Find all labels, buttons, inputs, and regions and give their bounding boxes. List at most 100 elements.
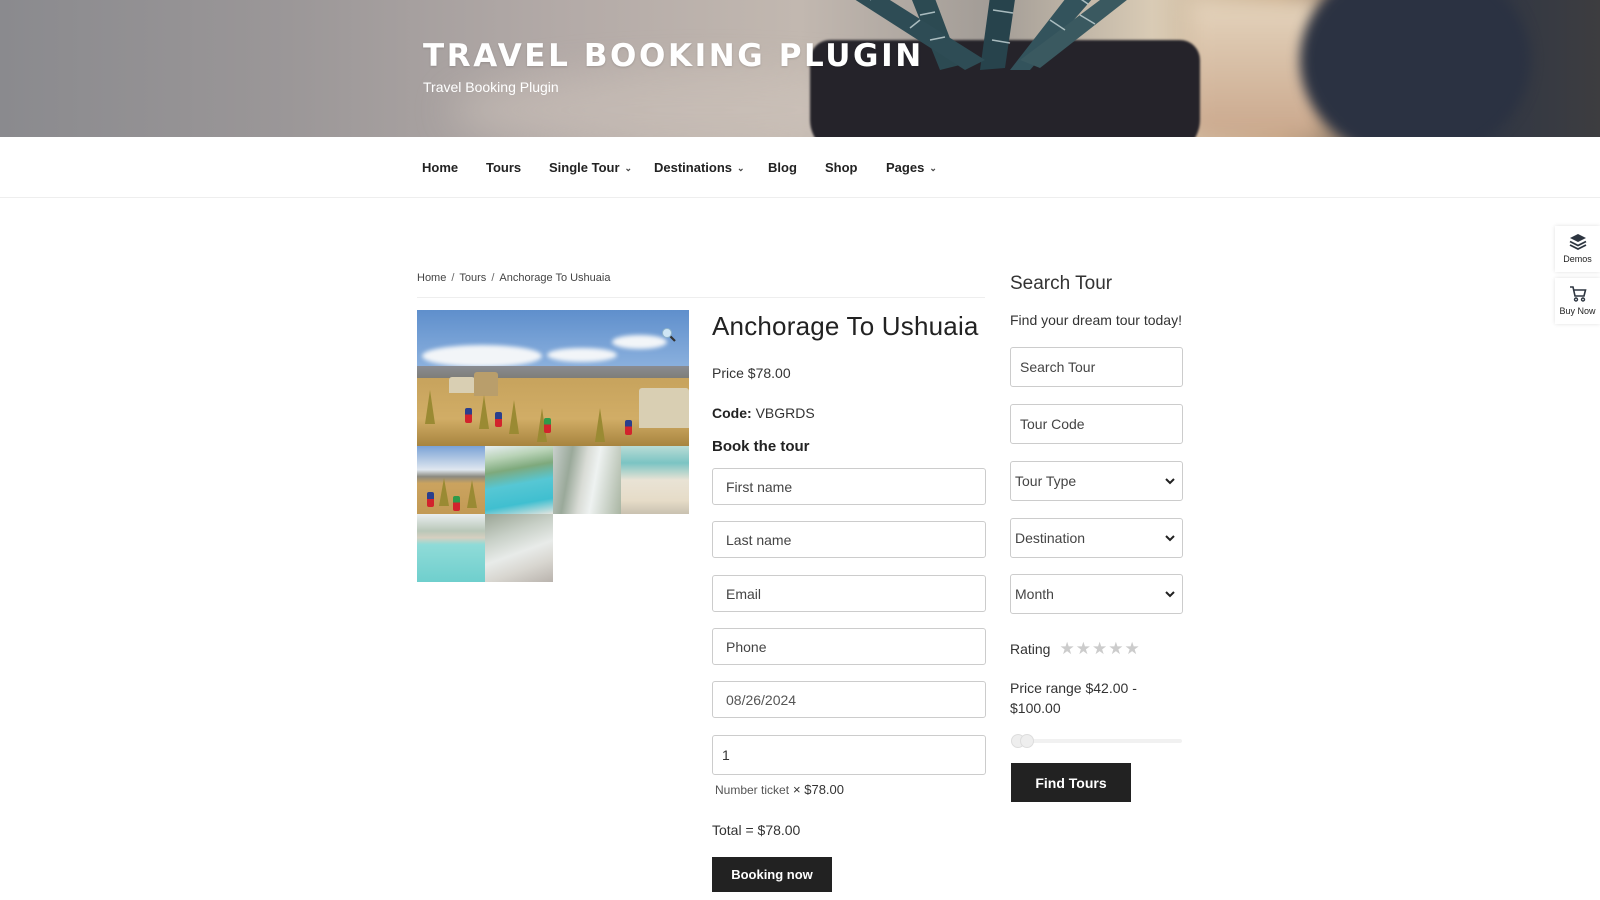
nav-label: Tours xyxy=(486,160,522,175)
nav-item-tours[interactable]: Tours xyxy=(486,160,521,175)
gallery-thumbnail[interactable] xyxy=(417,446,485,514)
image-person xyxy=(465,408,472,423)
chevron-down-icon xyxy=(1165,535,1175,542)
image-hut xyxy=(639,388,689,428)
first-name-input[interactable] xyxy=(712,468,986,505)
magnifier-icon[interactable] xyxy=(661,327,677,343)
breadcrumb-divider xyxy=(417,297,985,298)
image-person xyxy=(453,496,460,511)
demos-button[interactable]: Demos xyxy=(1555,226,1600,272)
rating-stars: ★★★★★ xyxy=(1058,639,1139,658)
main-navigation: Home Tours Single Tour ⌄ Destinations ⌄ Bl… xyxy=(0,137,1600,198)
product-code: Code: VBGRDS xyxy=(712,405,815,421)
breadcrumb: Home / Tours / Anchorage To Ushuaia xyxy=(417,272,610,284)
nav-item-blog[interactable]: Blog xyxy=(768,160,797,175)
image-reed xyxy=(467,480,477,508)
ticket-unit-price: × $78.00 xyxy=(793,782,844,797)
nav-item-shop[interactable]: Shop xyxy=(825,160,858,175)
chevron-down-icon xyxy=(1165,478,1175,485)
price-slider-max-handle[interactable] xyxy=(1019,734,1034,748)
nav-label: Destinations xyxy=(654,160,733,175)
cart-icon xyxy=(1569,286,1587,302)
image-hut xyxy=(449,377,475,393)
search-widget-subtitle: Find your dream tour today! xyxy=(1010,312,1182,328)
image-person xyxy=(427,492,434,507)
tour-type-value: Tour Type xyxy=(1015,473,1077,489)
ticket-label: Number ticket xyxy=(715,783,790,797)
gallery-thumbnail[interactable] xyxy=(485,514,553,582)
email-input[interactable] xyxy=(712,575,986,612)
breadcrumb-separator: / xyxy=(451,272,455,284)
breadcrumb-home[interactable]: Home xyxy=(417,272,446,284)
code-value: VBGRDS xyxy=(755,405,815,421)
month-value: Month xyxy=(1015,586,1054,602)
ticket-note: Number ticket × $78.00 xyxy=(715,782,844,797)
gallery-thumbnail[interactable] xyxy=(417,514,485,582)
chevron-down-icon: ⌄ xyxy=(737,163,745,173)
product-title: Anchorage To Ushuaia xyxy=(712,311,979,341)
site-description: Travel Booking Plugin xyxy=(423,79,559,95)
search-tour-input[interactable] xyxy=(1010,347,1183,387)
chevron-down-icon: ⌄ xyxy=(624,163,633,173)
nav-item-pages[interactable]: Pages ⌄ xyxy=(886,160,937,175)
layers-icon xyxy=(1569,234,1586,251)
image-tower xyxy=(474,372,498,396)
chevron-down-icon xyxy=(1165,591,1175,598)
image-reed xyxy=(425,390,435,424)
nav-label: Blog xyxy=(768,160,797,175)
search-widget-title: Search Tour xyxy=(1010,273,1113,294)
phone-input[interactable] xyxy=(712,628,986,665)
ticket-quantity-input[interactable] xyxy=(712,735,986,775)
nav-item-home[interactable]: Home xyxy=(422,160,458,175)
chevron-down-icon: ⌄ xyxy=(929,163,937,173)
breadcrumb-current: Anchorage To Ushuaia xyxy=(499,272,611,284)
gallery-thumbnail[interactable] xyxy=(621,446,689,514)
rating-star-icon[interactable]: ★ xyxy=(1108,639,1123,658)
buy-now-label: Buy Now xyxy=(1559,306,1596,316)
image-reed xyxy=(479,395,489,429)
nav-item-destinations[interactable]: Destinations ⌄ xyxy=(654,160,745,175)
buy-now-button[interactable]: Buy Now xyxy=(1555,278,1600,324)
rating-star-icon[interactable]: ★ xyxy=(1092,639,1107,658)
code-label: Code: xyxy=(712,405,752,421)
tour-code-input[interactable] xyxy=(1010,404,1183,444)
image-cloud xyxy=(612,335,667,349)
nav-item-single-tour[interactable]: Single Tour ⌄ xyxy=(549,160,632,175)
rating-star-icon[interactable]: ★ xyxy=(1124,639,1139,658)
nav-label: Home xyxy=(422,160,459,175)
booking-now-button[interactable]: Booking now xyxy=(712,857,832,892)
demos-label: Demos xyxy=(1563,254,1592,264)
header-background-sphere xyxy=(1300,0,1530,137)
destination-select[interactable]: Destination xyxy=(1010,518,1183,558)
rating-star-icon[interactable]: ★ xyxy=(1076,639,1091,658)
tour-date-input[interactable] xyxy=(712,681,986,718)
tour-type-select[interactable]: Tour Type xyxy=(1010,461,1183,501)
month-select[interactable]: Month xyxy=(1010,574,1183,614)
rating-filter: Rating ★★★★★ xyxy=(1010,639,1140,659)
rating-star-icon[interactable]: ★ xyxy=(1059,639,1074,658)
gallery-main-image[interactable] xyxy=(417,310,689,446)
booking-total: Total = $78.00 xyxy=(712,822,801,838)
gallery-thumbnail[interactable] xyxy=(485,446,553,514)
image-cloud xyxy=(547,348,617,362)
booking-heading: Book the tour xyxy=(712,438,810,455)
price-range-track[interactable] xyxy=(1012,739,1182,743)
image-person xyxy=(544,418,551,433)
price-range-label: Price range $42.00 - $100.00 xyxy=(1010,680,1137,716)
image-reed xyxy=(509,400,519,434)
image-reed xyxy=(439,478,449,506)
last-name-input[interactable] xyxy=(712,521,986,558)
site-header: TRAVEL BOOKING PLUGIN Travel Booking Plu… xyxy=(0,0,1600,137)
breadcrumb-separator: / xyxy=(491,272,495,284)
image-person xyxy=(625,420,632,435)
find-tours-button[interactable]: Find Tours xyxy=(1011,763,1131,802)
gallery-thumbnail[interactable] xyxy=(553,446,621,514)
destination-value: Destination xyxy=(1015,530,1086,546)
nav-label: Pages xyxy=(886,160,925,175)
nav-label: Shop xyxy=(825,160,858,175)
site-title[interactable]: TRAVEL BOOKING PLUGIN xyxy=(423,38,924,74)
image-person xyxy=(495,412,502,427)
nav-label: Single Tour xyxy=(549,160,620,175)
rating-label: Rating xyxy=(1010,641,1051,657)
breadcrumb-tours[interactable]: Tours xyxy=(459,272,486,284)
